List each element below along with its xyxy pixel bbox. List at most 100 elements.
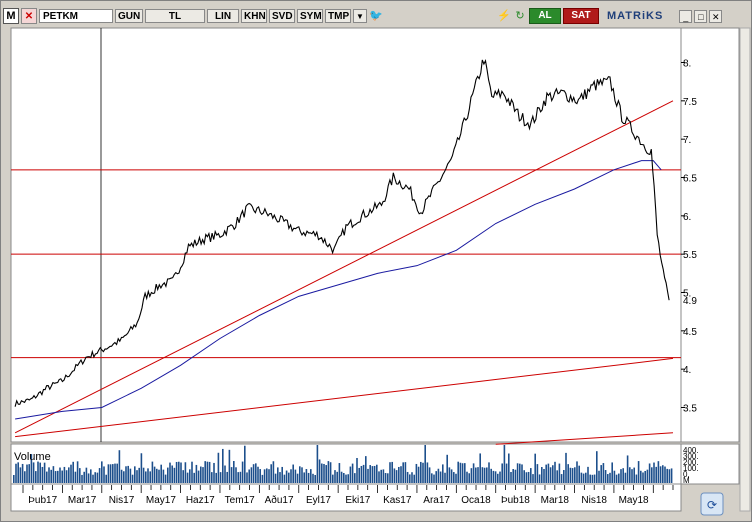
volume-bar [510,472,512,483]
volume-bar [644,470,646,483]
volume-bar [444,472,446,483]
volume-bar [442,464,444,483]
volume-bar [413,474,415,483]
volume-bar [373,465,376,483]
volume-bar [470,468,473,483]
volume-bar [138,467,140,483]
volume-bar [116,463,118,483]
volume-bar [72,461,74,483]
volume-bar [648,463,651,483]
volume-bar [428,467,431,483]
volume-bar [334,470,336,483]
volume-bar [162,469,165,483]
volume-bar [332,474,334,483]
volume-bar [402,462,404,483]
volume-bar [655,466,657,483]
volume-bar [543,468,545,483]
time-label: Mar18 [541,495,570,506]
volume-bar [48,467,50,483]
volume-bar [215,472,217,483]
time-label: Þub18 [501,495,530,506]
volume-bar [59,467,61,483]
volume-bar [323,463,325,483]
volume-bar [668,469,671,483]
volume-bar [54,471,57,483]
volume-bar [118,450,121,483]
volume-bar [508,453,510,483]
volume-bar [153,466,156,483]
volume-title: Volume [14,451,51,463]
volume-bar [208,461,211,483]
price-tick-label: 5.5 [683,250,697,261]
volume-bar [145,471,147,483]
volume-bar [637,461,640,483]
volume-bar [197,470,200,483]
volume-bar [43,462,46,483]
volume-bar [602,463,605,483]
volume-bar [226,471,228,483]
volume-bar [299,466,301,483]
volume-bar [103,466,105,483]
volume-bar [182,470,184,483]
volume-bar [479,453,481,483]
volume-bar [536,464,539,483]
volume-bar [378,471,380,483]
volume-bar [578,465,580,483]
volume-bar [151,461,154,483]
volume-bar [651,467,653,483]
volume-bar [15,463,17,483]
volume-bar [294,469,297,483]
volume-bar [241,461,244,483]
volume-bar [35,471,37,483]
volume-bar [435,471,437,483]
volume-bar [277,467,279,483]
volume-bar [149,471,151,483]
volume-bar [571,468,574,483]
volume-bar [525,472,528,483]
vertical-scrollbar[interactable] [739,27,751,512]
volume-bar [87,473,90,483]
volume-bar [604,470,607,483]
volume-bar [633,467,635,483]
price-tick-label: 7. [683,135,691,146]
volume-bar [477,467,479,483]
refresh-chart-icon: ⟳ [707,498,717,512]
volume-axis-label: M [683,476,690,485]
volume-bar [481,467,484,483]
volume-bar [285,470,288,483]
volume-bar [39,462,41,483]
volume-bar [318,459,321,483]
volume-bar [79,468,81,483]
volume-bar [613,470,616,483]
volume-bar [523,470,525,483]
volume-bar [347,474,349,483]
volume-bar [512,469,514,483]
volume-bar [233,461,235,483]
volume-bar [63,466,66,483]
volume-bar [178,461,180,483]
volume-bar [468,473,470,483]
volume-bar [180,462,182,483]
time-label: Nis17 [109,495,135,506]
volume-bar [206,461,209,483]
volume-bar [424,445,426,483]
volume-bar [393,468,396,483]
volume-bar [136,470,138,483]
volume-bar [127,465,129,483]
volume-bar [156,468,158,483]
volume-bar [585,472,587,483]
volume-bar [519,463,521,483]
volume-bar [461,463,464,483]
volume-bar [624,472,627,483]
volume-bar [202,467,204,483]
volume-bar [184,462,187,483]
time-label: Mar17 [68,495,97,506]
volume-bar [81,474,83,483]
time-label: Haz17 [186,495,215,506]
volume-bar [657,461,660,483]
volume-bar [94,472,96,483]
volume-bar [105,474,107,483]
volume-bar [83,471,85,483]
volume-bar [219,472,222,483]
volume-bar [450,469,453,483]
